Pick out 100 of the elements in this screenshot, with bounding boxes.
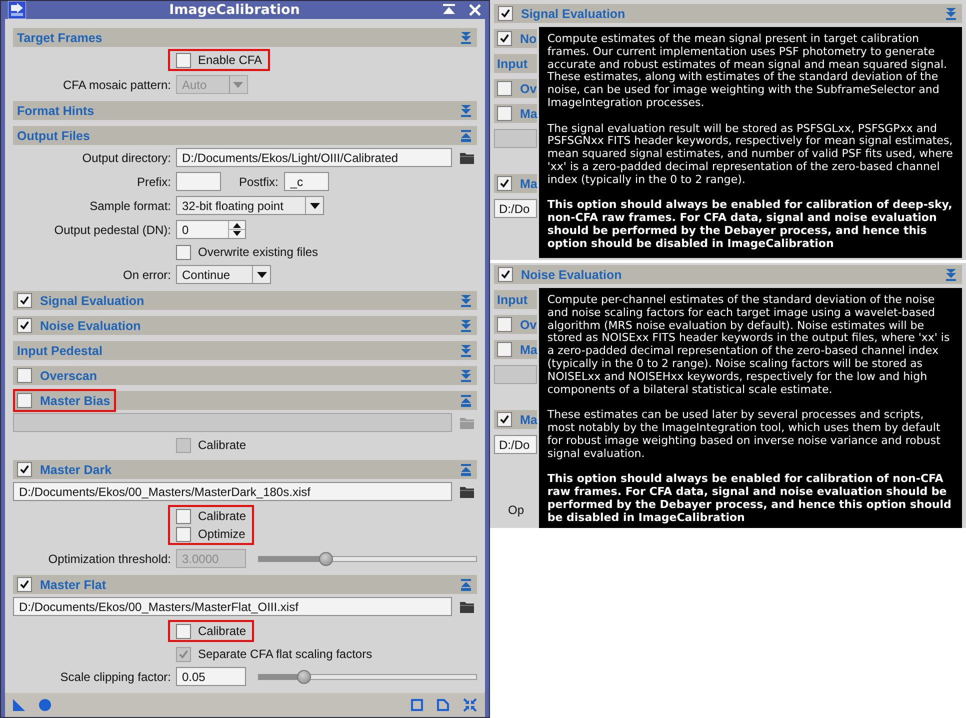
checkbox[interactable] <box>17 577 32 592</box>
stepper-icon[interactable] <box>228 221 245 238</box>
spin-box[interactable]: 0 <box>176 220 246 239</box>
document-icon[interactable] <box>437 699 449 711</box>
checkbox[interactable] <box>176 624 191 638</box>
section-header[interactable]: Ma <box>494 340 538 359</box>
section-title: Ma <box>520 176 538 190</box>
path-field[interactable]: D:/Documents/Ekos/00_Masters/MasterDark_180s.xisf <box>13 482 452 501</box>
triangle-icon[interactable] <box>13 699 25 711</box>
expand-icon[interactable] <box>460 294 472 306</box>
tooltip-text: The signal evaluation result will be stored as PSFSGLxx, PSFSGPxx and PSFSGNxx FITS header keywords, respectively for mean signal estimates, mean squared signal estimates, and number of valid PSF fits used, where 'xx' is a zero-padded decimal representation of the zero-based channel index (typically in the 0 to 2 range). <box>547 122 954 187</box>
section-title: Ma <box>520 106 538 120</box>
path-field[interactable]: D:/Do <box>494 435 538 454</box>
section-header[interactable]: Master Bias <box>13 391 477 410</box>
section-header[interactable]: Signal Evaluation <box>494 4 962 23</box>
slider[interactable] <box>258 552 477 566</box>
field-label: Postfix: <box>239 174 278 188</box>
caret-icon <box>256 272 267 278</box>
expand-icon[interactable] <box>460 370 472 382</box>
text-field[interactable]: _c <box>284 172 330 191</box>
checkbox[interactable] <box>497 81 512 96</box>
section-header[interactable]: Noise Evaluation <box>494 265 962 284</box>
field-label: On error: <box>122 268 171 282</box>
section-header[interactable]: Input <box>494 290 538 309</box>
section-header[interactable]: Format Hints <box>13 101 477 120</box>
folder-icon[interactable] <box>460 486 474 498</box>
square-icon[interactable] <box>411 699 423 711</box>
folder-icon[interactable] <box>460 600 474 612</box>
checkbox[interactable] <box>497 176 512 191</box>
section-header[interactable]: Ov <box>494 315 538 334</box>
checkbox[interactable] <box>498 267 513 282</box>
collapse-icon[interactable] <box>460 394 472 406</box>
collapse-icon[interactable] <box>460 464 472 476</box>
expand-icon[interactable] <box>945 268 957 280</box>
checkbox[interactable] <box>498 6 513 21</box>
expand-icon[interactable] <box>460 104 472 116</box>
checkbox[interactable] <box>176 244 191 260</box>
checkbox[interactable] <box>17 462 32 477</box>
field-label: Output pedestal (DN): <box>53 222 171 236</box>
field-label: Output directory: <box>81 150 171 164</box>
checkbox[interactable] <box>17 393 32 408</box>
checkbox[interactable] <box>176 526 191 542</box>
checkbox[interactable] <box>497 317 512 332</box>
number-field[interactable]: 0.05 <box>176 667 246 686</box>
section-header[interactable]: Target Frames <box>13 28 477 47</box>
close-icon[interactable] <box>469 4 481 16</box>
section-header[interactable]: Signal Evaluation <box>13 291 477 310</box>
section-header[interactable]: Input <box>494 54 538 73</box>
section-title: Noise Evaluation <box>521 268 622 282</box>
section-title: Target Frames <box>17 30 102 44</box>
folder-icon[interactable] <box>460 152 474 164</box>
checkbox[interactable] <box>497 342 512 357</box>
path-field[interactable]: D:/Documents/Ekos/Light/OIII/Calibrated <box>176 148 452 167</box>
field-label: Sample format: <box>88 198 171 212</box>
expand-icon[interactable] <box>460 320 472 332</box>
collapse-icon[interactable] <box>460 578 472 590</box>
section-header[interactable]: Master Flat <box>13 575 477 594</box>
checkbox-label: Optimize <box>198 527 246 541</box>
section-header[interactable]: Output Files <box>13 126 477 145</box>
section-header[interactable]: Input Pedestal <box>13 341 477 360</box>
section-title: Ma <box>520 342 538 356</box>
section-title: Master Dark <box>40 462 112 476</box>
shrink-icon[interactable] <box>463 698 477 712</box>
section-header[interactable]: Ma <box>494 104 538 123</box>
section-header[interactable]: Master Dark <box>13 460 477 479</box>
section-header[interactable]: Ma <box>494 174 538 193</box>
dropdown[interactable]: 32-bit floating point <box>176 196 324 215</box>
checkbox[interactable] <box>497 106 512 121</box>
window-title: ImageCalibration <box>168 2 301 18</box>
section-header[interactable]: Noise Evaluation <box>13 316 477 335</box>
slider[interactable] <box>258 670 477 684</box>
dropdown[interactable]: Continue <box>176 265 272 284</box>
field-label: Optimization threshold: <box>47 552 171 566</box>
circle-icon[interactable] <box>39 699 51 711</box>
field-label: Op <box>508 502 524 516</box>
path-field[interactable]: D:/Documents/Ekos/00_Masters/MasterFlat_OIII.xisf <box>13 597 452 616</box>
checkbox[interactable] <box>176 508 191 524</box>
section-title: Signal Evaluation <box>521 6 626 20</box>
checkbox[interactable] <box>176 52 191 68</box>
section-title: Signal Evaluation <box>40 294 144 308</box>
shade-icon[interactable] <box>443 4 455 16</box>
path-field[interactable]: D:/Do <box>494 199 538 218</box>
collapse-icon[interactable] <box>460 130 472 142</box>
section-title: Overscan <box>40 368 97 382</box>
checkbox[interactable] <box>17 368 32 383</box>
checkbox[interactable] <box>497 31 512 46</box>
tooltip-text: Compute estimates of the mean signal present in target calibration frames. Our current implementation uses PSF photometry to generate accurate and robust estimates of mean signal and mean squared signal. These estimates, along with estimates of the standard deviation of the noise, can be used for image weighting with the SubframeSelector and ImageIntegration processes. <box>547 33 948 110</box>
checkbox-label: Calibrate <box>198 624 246 638</box>
checkbox[interactable] <box>17 318 32 333</box>
section-title: Ov <box>520 318 537 332</box>
section-header[interactable]: Ov <box>494 79 538 98</box>
checkbox[interactable] <box>497 412 512 427</box>
section-header[interactable]: Ma <box>494 410 538 429</box>
section-header[interactable]: No <box>494 29 538 48</box>
expand-icon[interactable] <box>460 344 472 356</box>
section-header[interactable]: Overscan <box>13 366 477 385</box>
expand-icon[interactable] <box>460 32 472 44</box>
text-field[interactable] <box>176 172 221 191</box>
checkbox[interactable] <box>17 293 32 308</box>
expand-icon[interactable] <box>945 8 957 20</box>
